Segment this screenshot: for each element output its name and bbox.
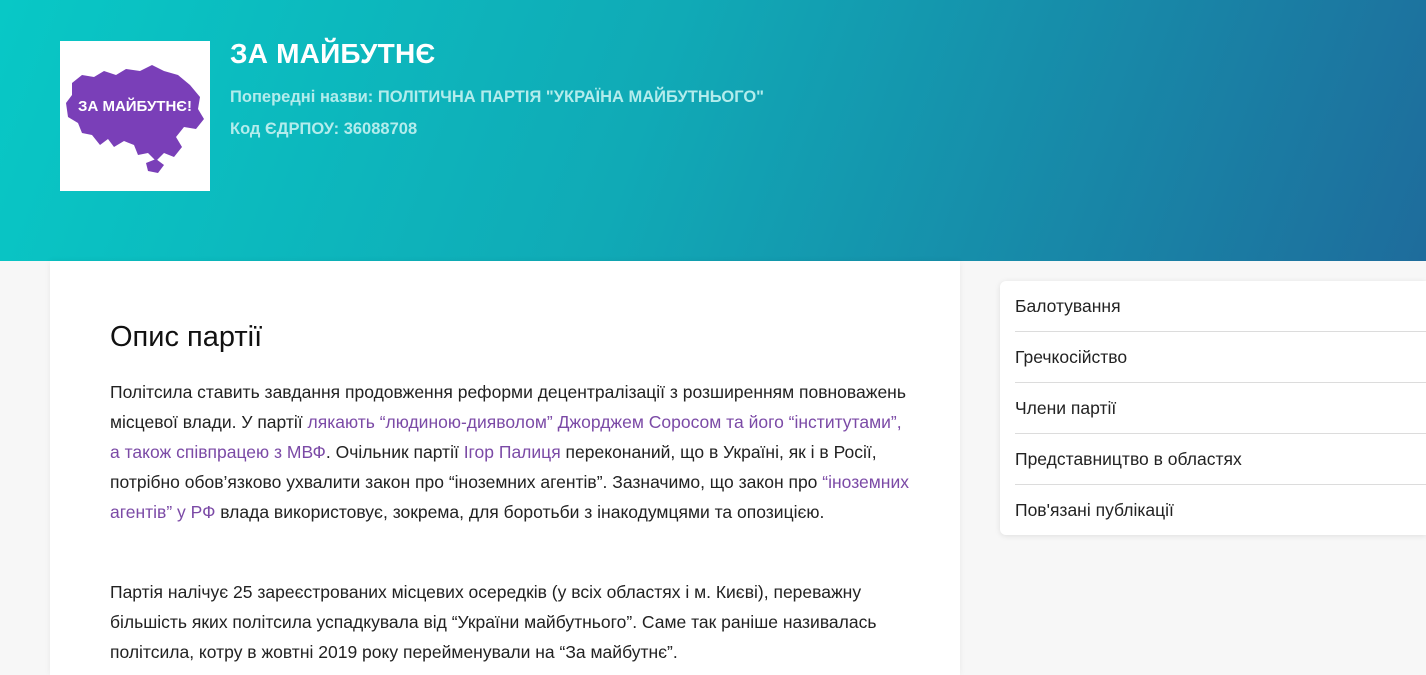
party-description-card: Опис партії Політсила ставить завдання п…: [50, 261, 960, 675]
paragraph-text: . Очільник партії: [325, 442, 464, 462]
sidebar-item-related-publications[interactable]: Пов'язані публікації: [1015, 485, 1426, 536]
sidebar-item-grechkoseistvo[interactable]: Гречкосійство: [1015, 332, 1426, 383]
ukraine-map-icon: ЗА МАЙБУТНЄ!: [66, 65, 204, 173]
party-logo: ЗА МАЙБУТНЄ!: [60, 41, 210, 191]
edrpou-code: Код ЄДРПОУ: 36088708: [230, 120, 418, 138]
sidebar-item-candidacy[interactable]: Балотування: [1015, 281, 1426, 332]
description-paragraph-1: Політсила ставить завдання продовження р…: [110, 377, 910, 527]
party-header: ЗА МАЙБУТНЄ! ЗА МАЙБУТНЄ Попередні назви…: [0, 0, 1426, 261]
party-name: ЗА МАЙБУТНЄ: [230, 38, 436, 69]
sidebar-item-regional-representation[interactable]: Представництво в областях: [1015, 434, 1426, 485]
logo-text: ЗА МАЙБУТНЄ!: [78, 97, 192, 115]
section-title: Опис партії: [110, 321, 263, 353]
sidebar-navigation: Балотування Гречкосійство Члени партії П…: [1000, 281, 1426, 535]
previous-names: Попередні назви: ПОЛІТИЧНА ПАРТІЯ "УКРАЇ…: [230, 88, 765, 106]
link-ihor-palytsia[interactable]: Ігор Палиця: [464, 442, 561, 462]
description-paragraph-2: Партія налічує 25 зареєстрованих місцеви…: [110, 582, 877, 662]
paragraph-text: влада використовує, зокрема, для боротьб…: [215, 502, 825, 522]
sidebar-item-party-members[interactable]: Члени партії: [1015, 383, 1426, 434]
